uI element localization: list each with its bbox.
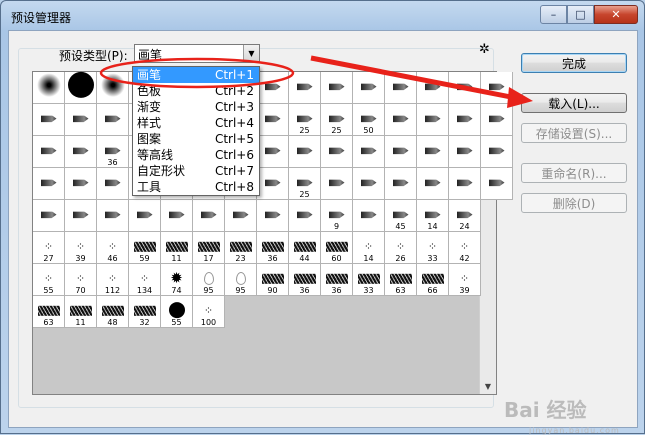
highlight-ellipse bbox=[99, 57, 295, 89]
arrow-icon bbox=[507, 87, 533, 108]
annotation-arrow-line bbox=[310, 55, 517, 101]
annotation-overlay bbox=[99, 55, 533, 108]
preset-manager-window: 预设管理器 – □ ✕ 预设类型(P): 画笔 ▼ ✲ ▲ ▼ 25255036… bbox=[0, 0, 645, 435]
